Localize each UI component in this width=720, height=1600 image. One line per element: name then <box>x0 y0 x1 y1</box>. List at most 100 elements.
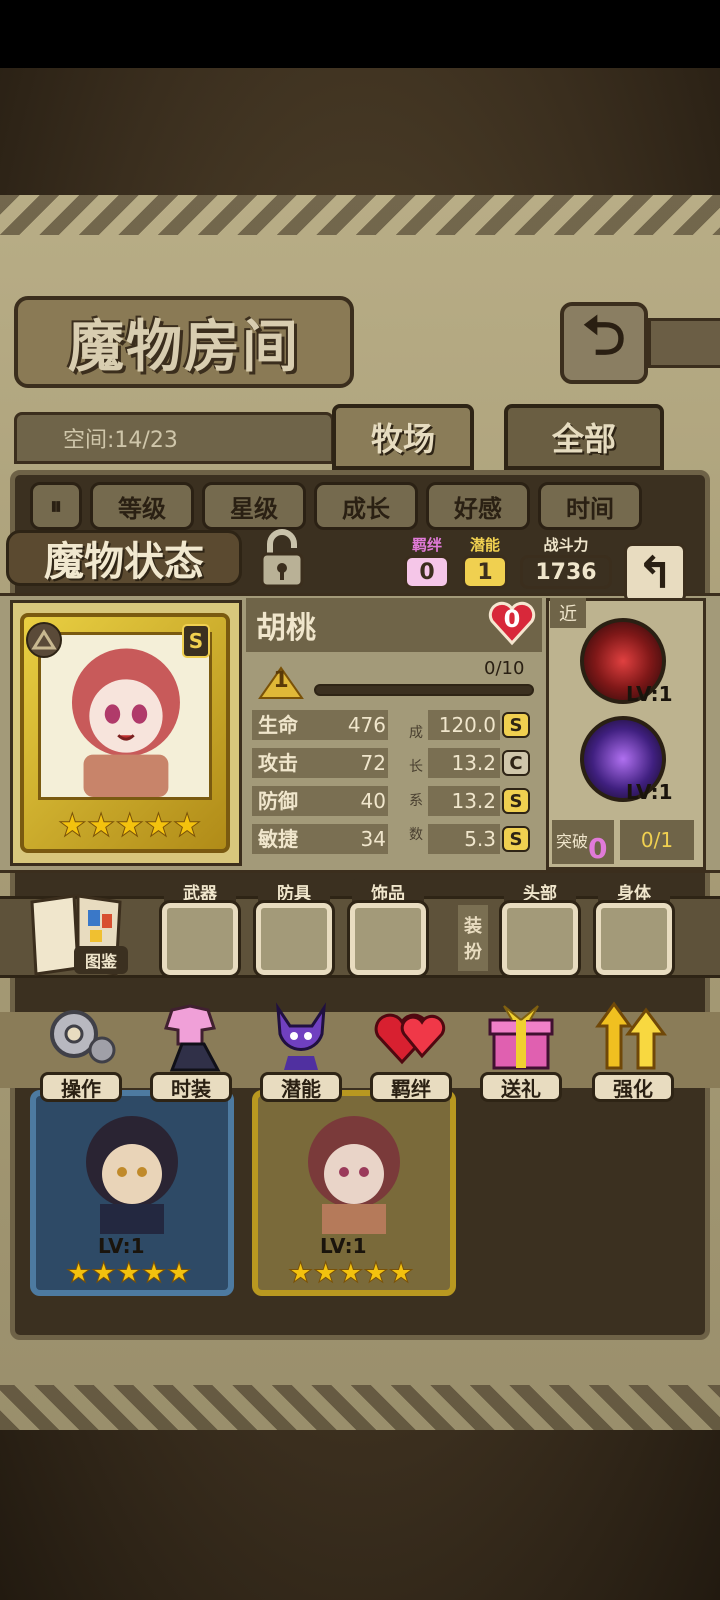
star-icon: ★ <box>287 1256 314 1290</box>
potential-pill: 潜能 1 <box>462 534 508 589</box>
stat-grade: S <box>502 788 530 814</box>
demon-icon <box>276 1002 326 1070</box>
stat-row-attack: 攻击 72 13.2 C <box>252 748 534 778</box>
page-title: 魔物房间 <box>14 296 354 388</box>
slot-label: 饰品 <box>352 878 424 904</box>
star-icon: ★ <box>172 806 202 845</box>
affection-value: 0 <box>503 605 521 633</box>
slot-label: 武器 <box>164 878 236 904</box>
star-icon: ★ <box>91 1256 117 1290</box>
return-icon: ↰ <box>636 547 674 599</box>
stat-row-defense: 防御 40 13.2 S <box>252 786 534 816</box>
slot-label: 防具 <box>258 878 330 904</box>
tab-ranch[interactable]: 牧场 <box>332 404 474 470</box>
slot-label: 身体 <box>598 878 670 904</box>
rank-badge: S <box>182 624 210 658</box>
back-rail <box>648 318 720 368</box>
bond-label: 羁绊 <box>411 536 442 554</box>
monster-card[interactable]: LV:1 ★ ★ ★ ★ ★ <box>252 1090 456 1296</box>
skill-level: LV:1 <box>626 682 673 706</box>
card-stars: ★ ★ ★ ★ ★ <box>287 1256 414 1290</box>
upgrade-arrows-icon <box>595 1001 667 1070</box>
star-icon: ★ <box>166 1256 192 1290</box>
exp-bar <box>314 684 534 696</box>
growth-char: 系 <box>409 793 423 809</box>
costume-button[interactable]: 时装 <box>148 996 234 1106</box>
range-badge: 近 <box>550 598 586 628</box>
stat-value: 40 <box>360 789 386 813</box>
break-progress: 0/1 <box>620 820 694 860</box>
status-back-button[interactable]: ↰ <box>624 543 686 603</box>
growth-coefficient-label: 成 长 系 数 <box>409 722 423 844</box>
pause-icon: ⏸ <box>50 492 62 520</box>
monster-portrait-red <box>308 1116 400 1234</box>
action-label: 羁绊 <box>370 1072 452 1102</box>
torn-edge-bottom <box>0 1385 720 1430</box>
potential-label: 潜能 <box>469 536 500 554</box>
star-icon: ★ <box>144 806 174 845</box>
potential-button[interactable]: 潜能 <box>258 996 344 1106</box>
star-icon: ★ <box>338 1256 364 1290</box>
power-label: 战斗力 <box>543 536 589 554</box>
status-title: 魔物状态 <box>6 530 242 586</box>
star-icon: ★ <box>313 1256 339 1290</box>
star-icon: ★ <box>115 806 145 845</box>
level-value: 1 <box>273 668 289 693</box>
slot-label: 头部 <box>504 878 576 904</box>
stat-growth: 120.0 <box>428 710 500 740</box>
dress-icon <box>164 1004 221 1072</box>
stat-grade: C <box>502 750 530 776</box>
star-icon: ★ <box>86 806 116 845</box>
accessory-slot[interactable] <box>347 900 429 978</box>
tab-all[interactable]: 全部 <box>504 404 664 470</box>
sort-bar: ⏸ 等级 星级 成长 好感 时间 <box>30 482 690 534</box>
stat-row-agility: 敏捷 34 5.3 S <box>252 824 534 854</box>
sort-level-button[interactable]: 等级 <box>90 482 194 530</box>
stat-grade: S <box>502 826 530 852</box>
break-value: 0 <box>588 832 608 865</box>
growth-char: 成 <box>409 725 423 741</box>
dress-char: 扮 <box>464 942 482 963</box>
gear-icon <box>50 1010 116 1064</box>
body-slot[interactable] <box>593 900 675 978</box>
action-label: 潜能 <box>260 1072 342 1102</box>
potential-value: 1 <box>462 555 508 589</box>
torn-edge-top <box>0 195 720 235</box>
gift-button[interactable]: 送礼 <box>478 996 564 1106</box>
stat-value: 72 <box>360 751 386 775</box>
armor-slot[interactable] <box>253 900 335 978</box>
sort-growth-button[interactable]: 成长 <box>314 482 418 530</box>
dress-up-label: 装 扮 <box>458 905 488 971</box>
action-label: 强化 <box>592 1072 674 1102</box>
monster-card[interactable]: LV:1 ★ ★ ★ ★ ★ <box>30 1090 234 1296</box>
star-icon: ★ <box>363 1256 389 1290</box>
dress-char: 装 <box>464 916 482 937</box>
stat-value: 34 <box>360 827 386 851</box>
class-icon <box>26 622 62 658</box>
star-icon: ★ <box>141 1256 167 1290</box>
action-label: 操作 <box>40 1072 122 1102</box>
card-stars: ★ ★ ★ ★ ★ <box>65 1256 192 1290</box>
star-icon: ★ <box>58 806 88 845</box>
weapon-slot[interactable] <box>159 900 241 978</box>
sort-star-button[interactable]: 星级 <box>202 482 306 530</box>
sort-time-button[interactable]: 时间 <box>538 482 642 530</box>
sort-affection-button[interactable]: 好感 <box>426 482 530 530</box>
stat-growth: 13.2 <box>428 748 500 778</box>
stat-growth: 13.2 <box>428 786 500 816</box>
back-button[interactable]: ⮌ <box>560 302 648 384</box>
operate-button[interactable]: 操作 <box>38 996 124 1106</box>
space-counter: 空间:14/23 <box>14 412 334 464</box>
pause-sort-button[interactable]: ⏸ <box>30 482 82 530</box>
action-label: 送礼 <box>480 1072 562 1102</box>
stat-value: 476 <box>347 713 386 737</box>
lock-icon[interactable] <box>256 528 308 590</box>
head-slot[interactable] <box>499 900 581 978</box>
star-icon: ★ <box>65 1256 92 1290</box>
enhance-button[interactable]: 强化 <box>590 996 676 1106</box>
growth-char: 长 <box>409 759 423 775</box>
bond-button[interactable]: 羁绊 <box>368 996 454 1106</box>
bond-pill: 羁绊 0 <box>404 534 450 589</box>
card-level: LV:1 <box>320 1234 367 1258</box>
star-icon: ★ <box>388 1256 414 1290</box>
